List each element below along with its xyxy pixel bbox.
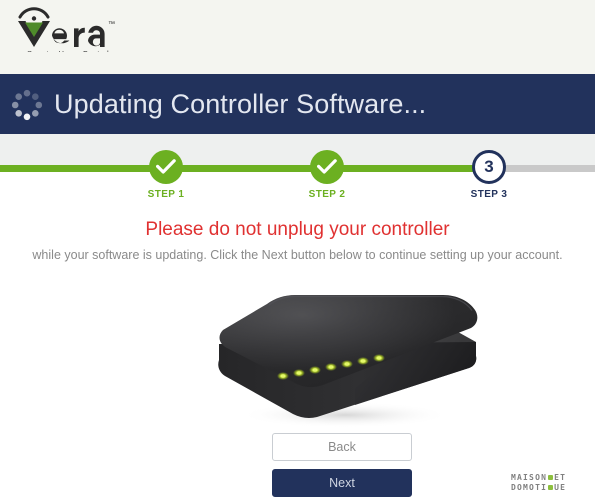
watermark-text-ue: UE <box>554 483 567 492</box>
step-item-1[interactable]: STEP 1 <box>136 150 196 200</box>
device-led-6 <box>357 357 369 365</box>
step-3-label: STEP 3 <box>470 189 508 200</box>
watermark-dot-icon <box>548 475 554 480</box>
trademark-symbol: ™ <box>108 21 115 28</box>
device-led-5 <box>341 360 353 368</box>
vera-logo-svg: ™ Smarter Home Control <box>18 7 115 52</box>
warning-message: Please do not unplug your controller <box>145 219 450 240</box>
step-item-2[interactable]: STEP 2 <box>297 150 357 200</box>
watermark-text-domoti: DOMOTI <box>511 483 548 492</box>
watermark-dot-icon-2 <box>548 485 554 490</box>
device-led-3 <box>309 366 321 374</box>
check-icon <box>156 159 176 174</box>
device-illustration <box>218 295 478 428</box>
step-1-circle <box>149 150 183 184</box>
brand-tagline-text: Smarter Home Control <box>27 49 109 52</box>
step-2-label: STEP 2 <box>308 189 346 200</box>
watermark-text-maison: MAISON <box>511 473 548 482</box>
brand-bar: ™ Smarter Home Control <box>0 0 595 74</box>
device-led-7 <box>373 354 385 362</box>
page-title: Updating Controller Software... <box>54 88 427 119</box>
loading-spinner-icon <box>10 88 44 122</box>
step-3-circle: 3 <box>472 150 506 184</box>
step-3-number: 3 <box>484 157 494 176</box>
instruction-text: while your software is updating. Click t… <box>32 248 563 262</box>
step-1-label: STEP 1 <box>147 189 185 200</box>
watermark-line-1: MAISON ET <box>511 473 589 483</box>
back-button[interactable]: Back <box>272 433 412 461</box>
vera-controller-device-image <box>205 282 485 432</box>
step-2-circle <box>310 150 344 184</box>
watermark-text-et: ET <box>554 473 567 482</box>
watermark-line-2: DOMOTI UE <box>511 483 589 493</box>
next-button[interactable]: Next <box>272 469 412 497</box>
vera-logo: ™ Smarter Home Control <box>14 4 124 52</box>
step-item-3[interactable]: 3 STEP 3 <box>459 150 519 200</box>
progress-track-fill <box>0 165 489 172</box>
device-led-4 <box>325 363 337 371</box>
device-led-1 <box>277 372 289 380</box>
maison-et-domotique-watermark: MAISON ET DOMOTI UE <box>511 473 589 495</box>
step-progress-bar: STEP 1 STEP 2 3 STEP 3 <box>0 134 595 204</box>
device-led-2 <box>293 369 305 377</box>
page-header: Updating Controller Software... <box>0 74 595 134</box>
page-root: ™ Smarter Home Control Upda <box>0 0 595 500</box>
check-icon <box>317 159 337 174</box>
